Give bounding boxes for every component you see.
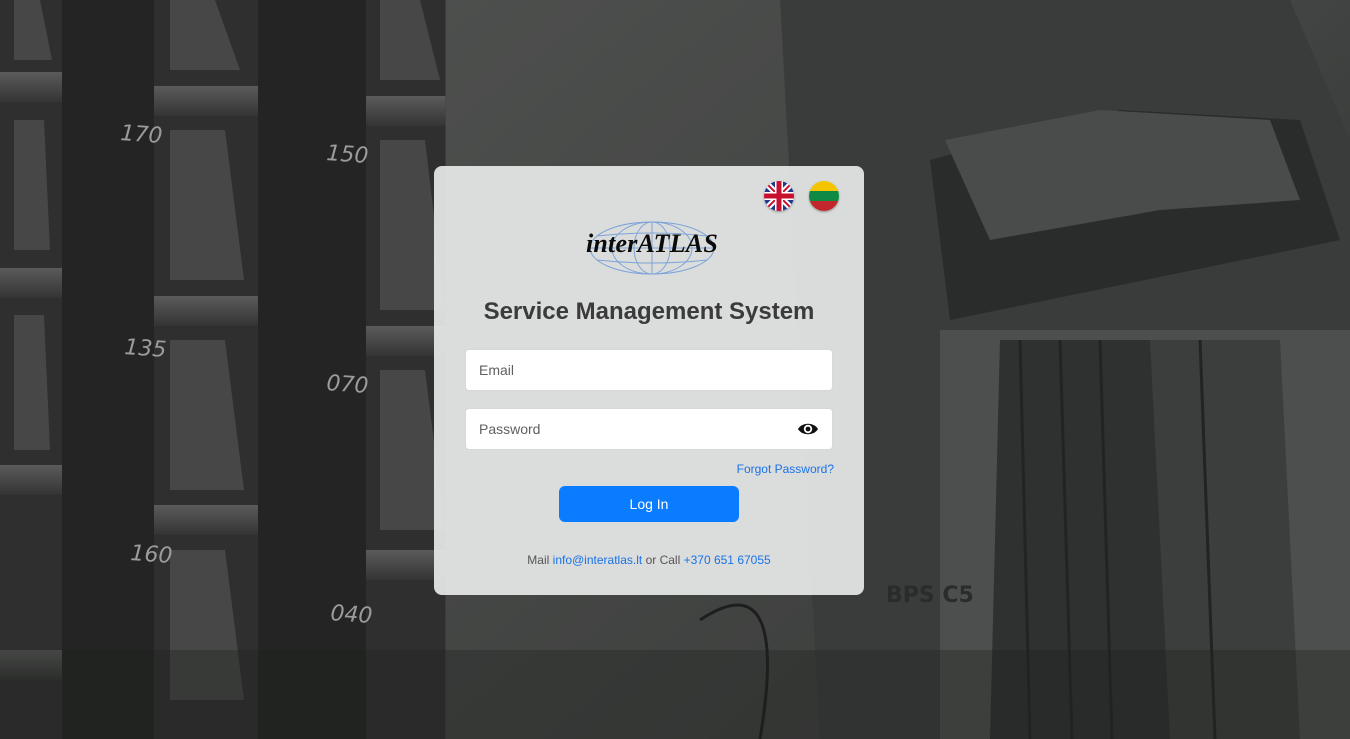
email-input[interactable] <box>466 350 779 390</box>
interatlas-logo: interATLAS <box>562 218 742 278</box>
contact-phone-link[interactable]: +370 651 67055 <box>684 553 771 567</box>
email-field[interactable] <box>465 349 833 391</box>
contact-line: Mail info@interatlas.lt or Call +370 651… <box>434 553 864 567</box>
login-card: interATLAS Service Management System For… <box>434 166 864 595</box>
machine-label: BPS C5 <box>886 583 974 608</box>
login-button[interactable]: Log In <box>559 486 739 522</box>
tray-label: 160 <box>130 541 174 569</box>
uk-flag-icon[interactable] <box>764 181 794 211</box>
eye-icon[interactable] <box>797 420 819 438</box>
contact-email-link[interactable]: info@interatlas.lt <box>553 553 643 567</box>
forgot-password-link[interactable]: Forgot Password? <box>737 462 834 476</box>
tray-label: 040 <box>330 601 374 629</box>
tray-label: 170 <box>120 121 164 149</box>
password-input[interactable] <box>466 409 779 449</box>
mail-prefix: Mail <box>527 553 550 567</box>
lithuania-flag-icon[interactable] <box>809 181 839 211</box>
tray-label: 070 <box>326 371 370 399</box>
tray-label: 150 <box>326 141 370 169</box>
call-prefix: or Call <box>645 553 681 567</box>
tray-label: 135 <box>124 335 168 363</box>
logo-text: interATLAS <box>585 229 719 258</box>
password-field[interactable] <box>465 408 833 450</box>
page-title: Service Management System <box>483 298 815 325</box>
